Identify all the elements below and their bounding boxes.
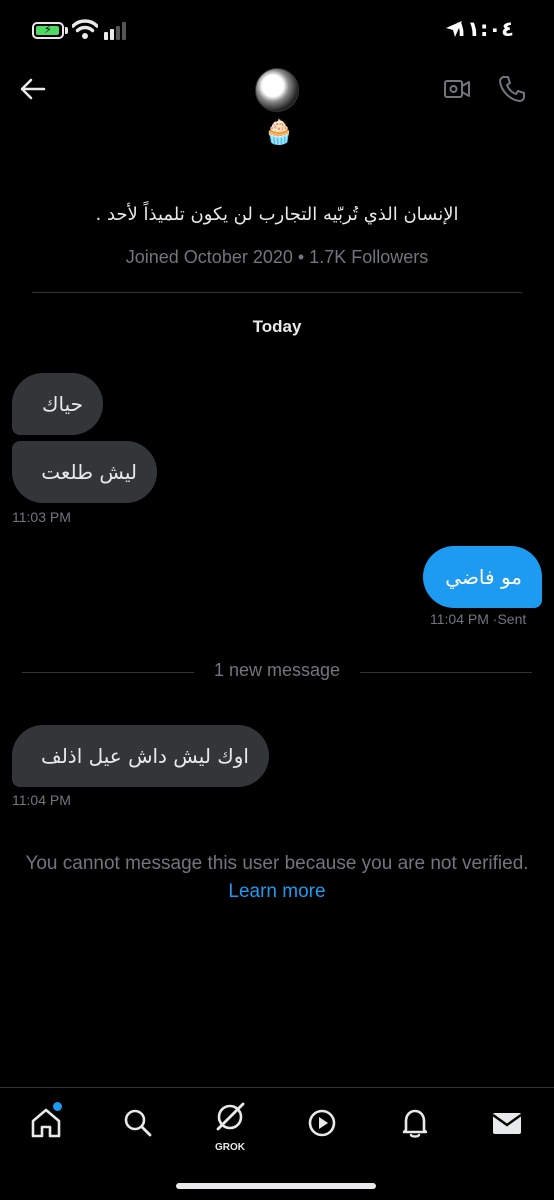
message-bubble-outgoing[interactable]: مو فاضي (423, 546, 542, 608)
mail-icon (492, 1113, 522, 1134)
nav-video[interactable] (305, 1106, 339, 1140)
message-bubble-incoming[interactable]: حياك (12, 373, 103, 435)
play-icon (308, 1109, 336, 1137)
home-icon (31, 1108, 61, 1138)
new-message-divider: 1 new message (22, 660, 532, 684)
grok-icon (216, 1102, 245, 1131)
back-button[interactable] (18, 74, 48, 104)
phone-icon[interactable] (497, 74, 527, 104)
cupcake-badge: 🧁 (264, 118, 294, 146)
day-label: Today (252, 317, 302, 336)
new-message-label: 1 new message (213, 660, 341, 680)
message-timestamp: 11:04 PM ·Sent (430, 611, 526, 627)
wifi-icon (72, 19, 98, 39)
profile-avatar[interactable] (255, 68, 299, 112)
status-bar: ⚡ ١١:٠٤ (0, 0, 554, 60)
battery-charging-icon: ⚡ (32, 22, 64, 39)
not-verified-notice: You cannot message this user because you… (24, 850, 530, 906)
sent-status: ·Sent (492, 611, 527, 627)
cellular-signal-icon (104, 22, 130, 40)
video-call-icon[interactable] (442, 74, 472, 104)
message-bubble-incoming[interactable]: ليش طلعت (12, 441, 157, 503)
profile-meta: Joined October 2020 • 1.7K Followers (125, 247, 429, 267)
divider (32, 292, 522, 293)
message-timestamp: 11:03 PM (12, 509, 71, 525)
status-time: ١١:٠٤ (454, 17, 514, 41)
profile-bio: الإنسان الذي تُربّيه التجارب لن يكون تلم… (95, 204, 459, 225)
nav-home[interactable] (29, 1102, 63, 1140)
nav-grok[interactable] (213, 1100, 247, 1134)
bell-icon (402, 1109, 428, 1138)
notice-text: You cannot message this user because you… (25, 853, 529, 874)
search-icon (124, 1109, 152, 1137)
nav-messages[interactable] (490, 1106, 524, 1140)
message-bubble-incoming[interactable]: اوك ليش داش عيل اذلف (12, 725, 269, 787)
nav-notifications[interactable] (398, 1106, 432, 1140)
nav-search[interactable] (121, 1106, 155, 1140)
learn-more-link[interactable]: Learn more (228, 881, 325, 902)
sent-time: 11:04 PM (430, 611, 489, 627)
home-indicator (176, 1183, 376, 1189)
grok-label: GROK (215, 1142, 245, 1153)
message-timestamp: 11:04 PM (12, 792, 71, 808)
notification-dot (53, 1102, 62, 1111)
